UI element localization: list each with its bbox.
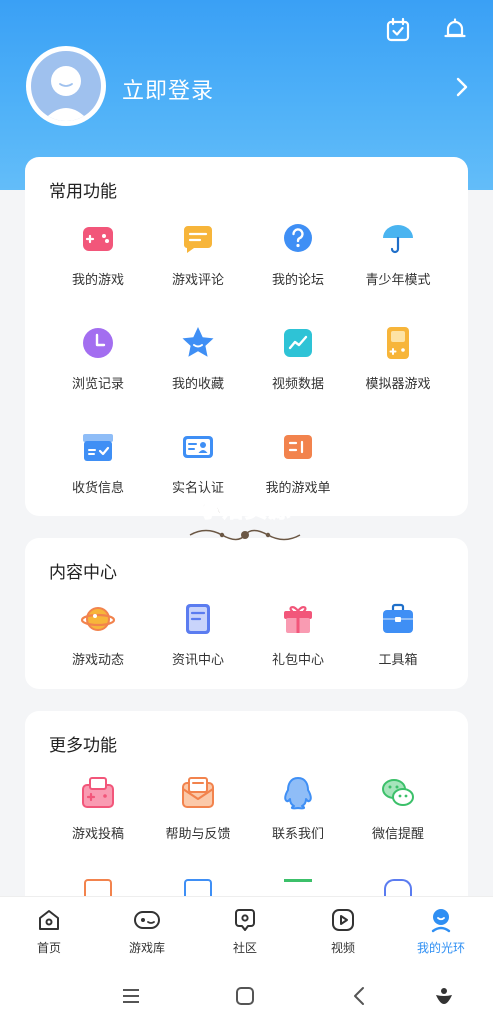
- home-square-icon[interactable]: [231, 982, 259, 1010]
- gift-icon: [284, 606, 312, 633]
- grid-item-game-submission[interactable]: 游戏投稿: [48, 775, 148, 842]
- box-icon: [83, 434, 113, 461]
- grid-item-label: 浏览记录: [71, 377, 124, 392]
- video-icon: [332, 909, 354, 931]
- grid-item-my-games[interactable]: 我的游戏: [48, 221, 148, 288]
- avatar-placeholder-icon: [31, 51, 101, 121]
- back-icon[interactable]: [345, 982, 373, 1010]
- grid-item-contact-us[interactable]: 联系我们: [248, 775, 348, 842]
- chart-icon: [284, 329, 312, 357]
- calendar-check-icon[interactable]: [382, 14, 414, 46]
- qq-icon: [284, 777, 312, 810]
- section-title: 常用功能: [49, 182, 117, 202]
- grid-item-label: 工具箱: [378, 653, 418, 668]
- grid-item-label: 游戏投稿: [71, 827, 124, 842]
- grid-item-label: 联系我们: [271, 827, 324, 842]
- grid-item-help-feedback[interactable]: 帮助与反馈: [148, 775, 248, 842]
- grid-item-my-game-list[interactable]: 我的游戏单: [248, 429, 348, 496]
- grid-item-label: 我的论坛: [271, 273, 324, 288]
- grid-item-label: 游戏动态: [71, 653, 124, 668]
- grid-item-label: 礼包中心: [271, 653, 324, 668]
- grid-item-label: 青少年模式: [365, 273, 431, 288]
- grid-item-game-news[interactable]: 游戏动态: [48, 601, 148, 668]
- chevron-right-icon[interactable]: [455, 76, 469, 102]
- grid-item-toolbox[interactable]: 工具箱: [348, 601, 448, 668]
- grid-item-wechat-reminder[interactable]: 微信提醒: [348, 775, 448, 842]
- gamepad-icon: [134, 911, 160, 929]
- grid-item-label: 视频数据: [271, 377, 324, 392]
- question-icon: [284, 224, 312, 252]
- tab-label: 视频: [330, 941, 355, 955]
- grid-item-label: 收货信息: [71, 481, 124, 496]
- content-center-card: 内容中心 游戏动态 资讯中心 礼包中心 工具箱: [25, 538, 468, 689]
- tab-home[interactable]: 首页: [0, 907, 98, 956]
- grid-item-label: 微信提醒: [371, 827, 424, 842]
- login-link[interactable]: 立即登录: [122, 73, 214, 105]
- tab-community[interactable]: 社区: [196, 907, 294, 956]
- grid-item-game-reviews[interactable]: 游戏评论: [148, 221, 248, 288]
- id-card-icon: [183, 436, 213, 458]
- common-functions-card: 常用功能 我的游戏 游戏评论 我的论坛 青少年模式 浏览记录 我的收藏 视频数据…: [25, 157, 468, 516]
- profile-icon: [431, 909, 451, 933]
- clock-icon: [83, 328, 113, 358]
- grid-item-gift-center[interactable]: 礼包中心: [248, 601, 348, 668]
- ticket-icon: [284, 435, 312, 459]
- grid-item-label: 模拟器游戏: [365, 377, 431, 392]
- game-controller-icon: [83, 227, 113, 251]
- grid-item-video-data[interactable]: 视频数据: [248, 325, 348, 392]
- wechat-icon: [382, 779, 414, 806]
- section-title: 内容中心: [49, 563, 117, 583]
- watermark-text: 小落资源: [198, 497, 291, 524]
- umbrella-icon: [383, 225, 413, 254]
- menu-icon[interactable]: [117, 982, 145, 1010]
- grid-item-label: 我的收藏: [171, 377, 224, 392]
- grid-item-history[interactable]: 浏览记录: [48, 325, 148, 392]
- grid-item-favorites[interactable]: 我的收藏: [148, 325, 248, 392]
- comment-icon: [184, 226, 212, 253]
- tab-label: 我的光环: [416, 941, 465, 955]
- bell-icon[interactable]: [439, 14, 471, 46]
- gameboy-icon: [387, 327, 409, 359]
- tab-game-library[interactable]: 游戏库: [98, 907, 196, 956]
- grid-item-real-name-auth[interactable]: 实名认证: [148, 429, 248, 496]
- home-icon: [39, 910, 59, 930]
- community-icon: [235, 909, 255, 931]
- tab-label: 社区: [232, 941, 257, 955]
- system-navigation-bar: [0, 968, 493, 1024]
- game-upload-icon: [82, 777, 114, 808]
- grid-item-news-center[interactable]: 资讯中心: [148, 601, 248, 668]
- grid-item-label: 资讯中心: [171, 653, 224, 668]
- tab-label: 首页: [36, 941, 61, 955]
- grid-item-label: 帮助与反馈: [165, 827, 231, 842]
- grid-item-emulator-games[interactable]: 模拟器游戏: [348, 325, 448, 392]
- toolbox-icon: [383, 603, 413, 633]
- star-icon: [182, 327, 214, 357]
- grid-item-youth-mode[interactable]: 青少年模式: [348, 221, 448, 288]
- tab-label: 游戏库: [128, 941, 165, 955]
- watermark: 小落资源: [186, 492, 304, 552]
- grid-item-label: 我的游戏: [71, 273, 124, 288]
- ornament-icon: [189, 529, 301, 541]
- tab-my-halo[interactable]: 我的光环: [392, 907, 490, 956]
- section-title: 更多功能: [49, 736, 117, 756]
- assistant-icon[interactable]: [430, 982, 458, 1010]
- grid-item-my-forum[interactable]: 我的论坛: [248, 221, 348, 288]
- grid-item-shipping-info[interactable]: 收货信息: [48, 429, 148, 496]
- document-icon: [186, 604, 210, 634]
- mail-icon: [182, 777, 214, 808]
- tab-video[interactable]: 视频: [294, 907, 392, 956]
- bottom-tab-bar: 首页 游戏库 社区 视频 我的光环: [0, 896, 493, 968]
- grid-item-label: 游戏评论: [171, 273, 224, 288]
- avatar[interactable]: [26, 46, 106, 126]
- planet-icon: [80, 607, 116, 631]
